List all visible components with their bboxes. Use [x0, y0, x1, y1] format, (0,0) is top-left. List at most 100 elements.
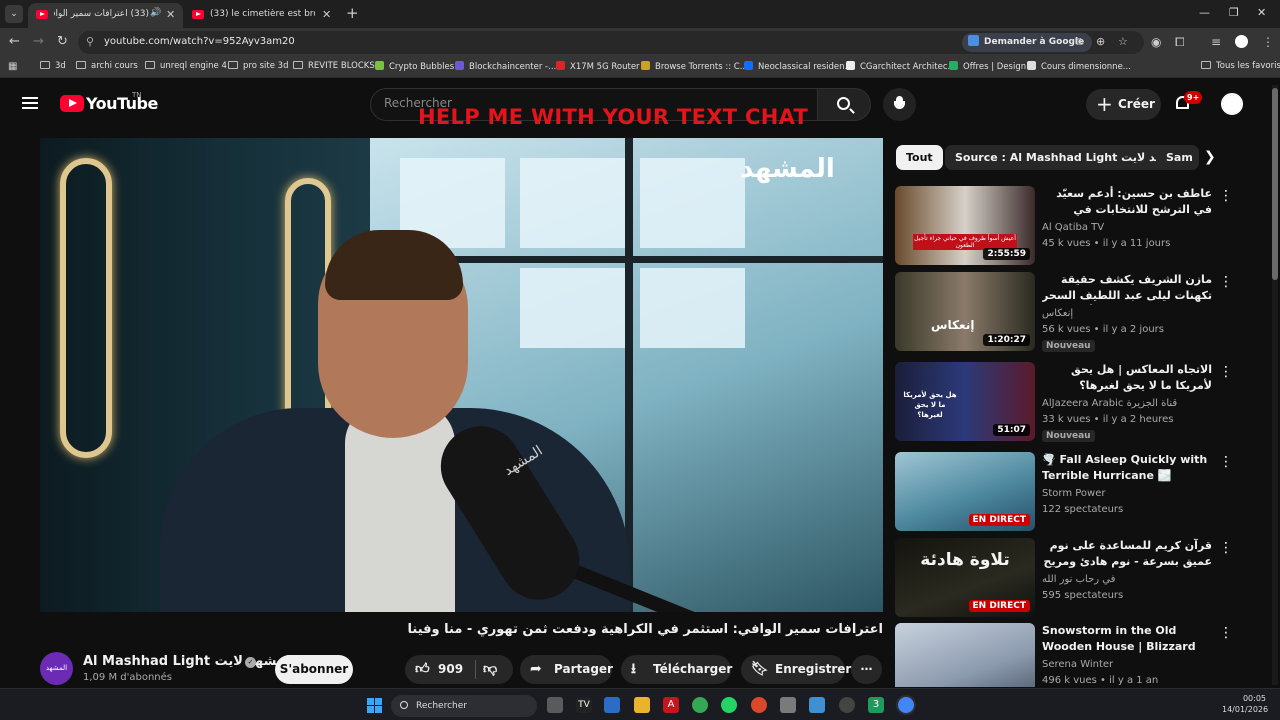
bookmark-link[interactable]: Browse Torrents :: C...: [641, 61, 748, 72]
recommended-video[interactable]: تلاوة هادئة EN DIRECT قرآن كريم للمساعدة…: [895, 538, 1265, 620]
more-actions-button[interactable]: ⋯: [851, 655, 882, 684]
channel-avatar[interactable]: المشهد: [40, 652, 73, 685]
dislike-icon[interactable]: 👎︎: [483, 655, 497, 684]
channel-name[interactable]: Al Mashhad Light المشهد لايت: [83, 654, 295, 669]
chip-all[interactable]: Tout: [896, 145, 943, 170]
bookmark-link[interactable]: Cours dimensionne...: [1027, 61, 1131, 72]
settings-app-icon[interactable]: [604, 697, 620, 713]
video-thumbnail[interactable]: EN DIRECT: [895, 452, 1035, 531]
bookmark-link[interactable]: Neoclassical residen...: [744, 61, 853, 72]
autocad-icon[interactable]: A: [663, 697, 679, 713]
cast-icon[interactable]: ⧉: [1075, 35, 1083, 49]
menu-hamburger-icon[interactable]: [22, 97, 38, 109]
reading-list-icon[interactable]: ≡: [1211, 35, 1221, 49]
more-vertical-icon[interactable]: ⋮: [1219, 540, 1233, 556]
channel-name[interactable]: AlJazeera Arabic قناة الجزيرة: [1042, 398, 1177, 409]
bookmark-link[interactable]: Blockchaincenter -...: [455, 61, 556, 72]
channel-name[interactable]: Al Qatiba TV: [1042, 222, 1104, 233]
search-button[interactable]: [817, 88, 871, 121]
video-player[interactable]: المشهد المشهد: [40, 138, 883, 612]
more-vertical-icon[interactable]: ⋮: [1219, 625, 1233, 641]
apps-grid-icon[interactable]: ▦: [8, 61, 17, 72]
chrome-menu-icon[interactable]: ⋮: [1262, 35, 1274, 49]
url-text[interactable]: youtube.com/watch?v=952Ayv3am20: [104, 36, 295, 47]
chevron-right-icon[interactable]: ❯: [1204, 149, 1216, 165]
all-bookmarks-folder[interactable]: Tous les favoris: [1201, 61, 1280, 71]
bookmark-link[interactable]: CGarchitect Architec...: [846, 61, 956, 72]
extensions-puzzle-icon[interactable]: ⧠: [1175, 35, 1185, 50]
forward-icon[interactable]: →: [33, 34, 44, 49]
ask-google-button[interactable]: Demander à Google: [962, 33, 1093, 52]
maximize-icon[interactable]: ❐: [1229, 6, 1239, 19]
address-bar[interactable]: ⚲ youtube.com/watch?v=952Ayv3am20 Demand…: [78, 31, 1144, 54]
system-clock[interactable]: 00:05 14/01/2026: [1222, 693, 1268, 715]
recommended-video[interactable]: إنعكاس 1:20:27 مازن الشريف يكشف حقيقة تك…: [895, 272, 1265, 354]
channel-name[interactable]: في رحاب نور الله: [1042, 574, 1115, 585]
video-thumbnail[interactable]: إنعكاس 1:20:27: [895, 272, 1035, 351]
zoom-icon[interactable]: ⊕: [1096, 35, 1105, 48]
bookmark-link[interactable]: Offres | Design: [949, 61, 1026, 72]
3ds-max-icon[interactable]: 3: [868, 697, 884, 713]
tab-active[interactable]: (33) اعترافات سمير الوافي 🔊 ✕: [28, 3, 183, 28]
new-tab-icon[interactable]: +: [346, 4, 359, 22]
bookmark-folder[interactable]: pro site 3d: [228, 61, 288, 71]
task-view-icon[interactable]: [547, 697, 563, 713]
speaker-icon[interactable]: 🔊: [150, 8, 161, 18]
tradingview-icon[interactable]: TV: [576, 697, 592, 713]
video-title[interactable]: مازن الشريف يكشف حقيقة تكهنات ليلى عبد ا…: [1042, 272, 1212, 305]
bookmark-folder[interactable]: 3d: [40, 61, 66, 71]
more-vertical-icon[interactable]: ⋮: [1219, 364, 1233, 380]
recommended-video[interactable]: Snowstorm in the Old Wooden House | Bliz…: [895, 623, 1265, 687]
video-thumbnail[interactable]: هل يحق لأمريكا ما لا يحق لغيرها؟ 51:07: [895, 362, 1035, 441]
like-count[interactable]: 909: [438, 655, 463, 684]
profile-avatar[interactable]: [1235, 35, 1248, 48]
video-title[interactable]: قرآن كريم للمساعدة على نوم عميق بسرعة - …: [1042, 538, 1212, 571]
video-title[interactable]: الاتجاه المعاكس | هل يحق لأمريكا ما لا ي…: [1042, 362, 1212, 394]
tab-search-icon[interactable]: ⌄: [5, 5, 23, 23]
app-icon[interactable]: [809, 697, 825, 713]
window-close-icon[interactable]: ✕: [1257, 6, 1266, 19]
like-icon[interactable]: 👍︎: [415, 655, 430, 684]
app-icon[interactable]: [839, 697, 855, 713]
channel-name[interactable]: Serena Winter: [1042, 659, 1113, 670]
notifications-button[interactable]: 9+: [1172, 91, 1203, 115]
voice-search-button[interactable]: [883, 88, 916, 121]
bookmark-folder[interactable]: unreql engine 4: [145, 61, 227, 71]
youtube-logo-icon[interactable]: [60, 95, 84, 112]
recommended-video[interactable]: أعيش أسوأ ظروف في حياتي جراء تأجيل الطعو…: [895, 186, 1265, 268]
recommended-video[interactable]: EN DIRECT 🌪️ Fall Asleep Quickly with Te…: [895, 452, 1265, 534]
windows-start-icon[interactable]: [367, 698, 382, 713]
back-icon[interactable]: ←: [9, 34, 20, 49]
video-title[interactable]: عاطف بن حسين: أدعم سعيّد في الترشح للانت…: [1042, 186, 1212, 219]
scrollbar-thumb[interactable]: [1272, 88, 1278, 280]
tab-inactive[interactable]: (33) le cimetière est broken - Y ✕: [184, 3, 339, 28]
video-title[interactable]: Snowstorm in the Old Wooden House | Bliz…: [1042, 623, 1212, 656]
bookmark-link[interactable]: X17M 5G Router: [556, 61, 640, 72]
video-title[interactable]: 🌪️ Fall Asleep Quickly with Terrible Hur…: [1042, 452, 1212, 485]
bookmark-link[interactable]: Crypto Bubbles: [375, 61, 454, 72]
file-explorer-icon[interactable]: [634, 697, 650, 713]
download-button[interactable]: ⭳ Télécharger: [621, 655, 732, 684]
whatsapp-icon[interactable]: [721, 697, 737, 713]
more-vertical-icon[interactable]: ⋮: [1219, 188, 1233, 204]
video-thumbnail[interactable]: أعيش أسوأ ظروف في حياتي جراء تأجيل الطعو…: [895, 186, 1035, 265]
minimize-icon[interactable]: —: [1199, 6, 1210, 19]
site-info-icon[interactable]: ⚲: [86, 35, 94, 48]
tab-close-icon[interactable]: ✕: [322, 8, 331, 21]
extension-icon[interactable]: ◉: [1151, 35, 1161, 49]
app-icon[interactable]: [751, 697, 767, 713]
video-thumbnail[interactable]: تلاوة هادئة EN DIRECT: [895, 538, 1035, 617]
bookmark-folder[interactable]: REVITE BLOCKS: [293, 61, 375, 71]
taskbar-search[interactable]: Rechercher: [391, 695, 537, 717]
chrome-active-icon[interactable]: [898, 697, 914, 713]
reload-icon[interactable]: ↻: [57, 34, 68, 49]
bookmark-star-icon[interactable]: ☆: [1118, 35, 1128, 48]
account-avatar[interactable]: [1219, 91, 1245, 117]
calculator-icon[interactable]: [780, 697, 796, 713]
save-button[interactable]: 🔖︎ Enregistrer: [741, 655, 851, 684]
chip-sam[interactable]: Sam: [1156, 145, 1192, 170]
subscribe-button[interactable]: S'abonner: [275, 655, 353, 684]
share-button[interactable]: ➦ Partager: [520, 655, 613, 684]
chrome-icon[interactable]: [692, 697, 708, 713]
channel-name[interactable]: Storm Power: [1042, 488, 1105, 499]
